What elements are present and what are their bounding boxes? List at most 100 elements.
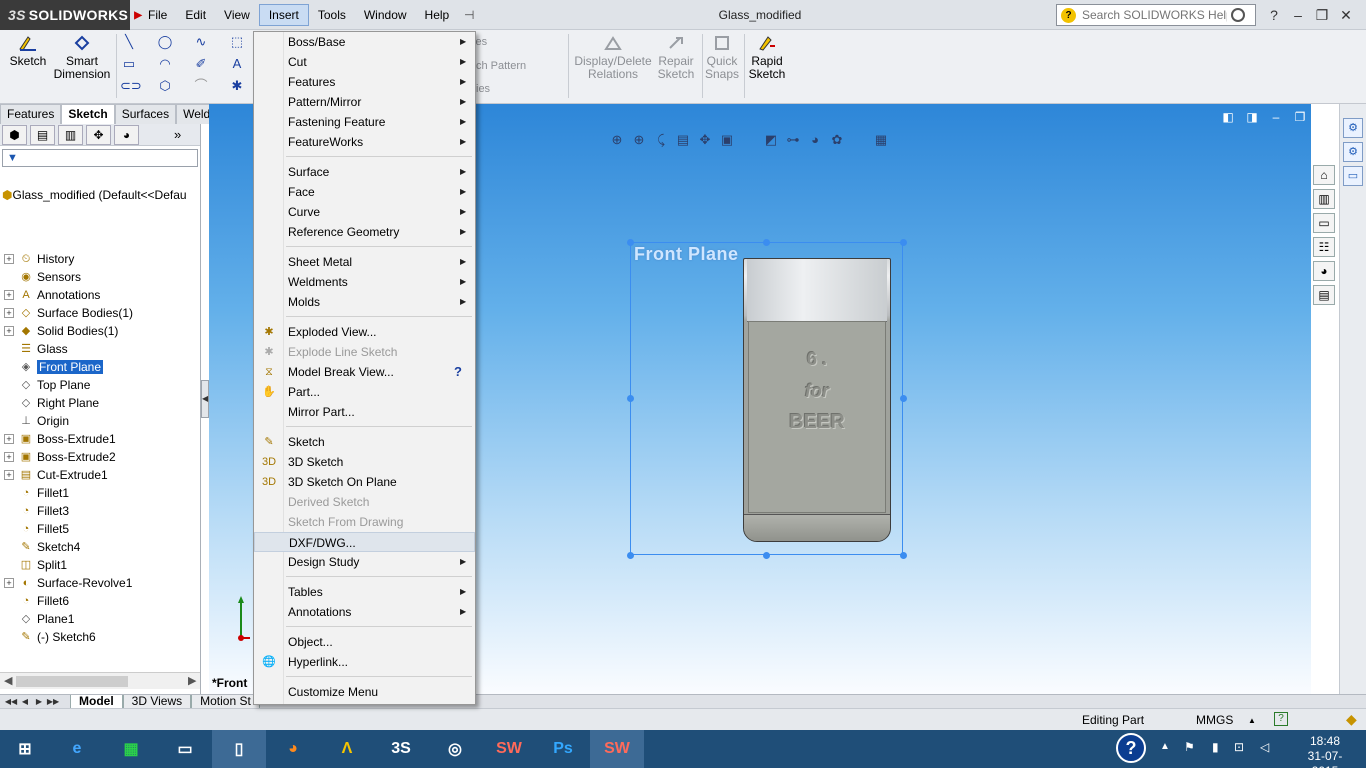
help-status-icon[interactable]: ?: [1274, 712, 1288, 726]
autodesk-icon[interactable]: Λ: [320, 730, 374, 768]
view-orientation-icon[interactable]: ▣: [716, 132, 738, 150]
flag-icon[interactable]: ⚑: [1184, 740, 1195, 754]
menu-item-cut[interactable]: Cut ▶: [254, 52, 475, 72]
viewport-close-icon[interactable]: ✕: [1312, 110, 1336, 124]
next-tab-icon[interactable]: ▶: [32, 695, 46, 708]
file-explorer-icon[interactable]: ▭: [1313, 213, 1335, 233]
store-icon[interactable]: ▦: [104, 730, 158, 768]
plane-handle[interactable]: [900, 239, 907, 246]
last-tab-icon[interactable]: ▶▶: [46, 695, 60, 708]
solidworks-2015-a-icon[interactable]: SW: [482, 730, 536, 768]
tree-item[interactable]: ◔ Fillet6: [0, 592, 199, 610]
photoshop-icon[interactable]: Ps: [536, 730, 590, 768]
line-icon[interactable]: ╲: [120, 34, 138, 50]
tab-sketch[interactable]: Sketch: [61, 104, 115, 124]
plane-handle[interactable]: [627, 395, 634, 402]
tree-root[interactable]: ⬢ Glass_modified (Default<<Defau: [0, 186, 199, 204]
custom-properties-icon[interactable]: ▤: [1313, 285, 1335, 305]
blank-document-icon[interactable]: ▯: [212, 730, 266, 768]
search-icon[interactable]: [1231, 8, 1245, 22]
rectangle-icon[interactable]: ▭: [120, 56, 138, 72]
tree-item[interactable]: + ▣ Boss-Extrude1: [0, 430, 199, 448]
forum-icon[interactable]: ▭: [1343, 166, 1363, 186]
section-view-icon[interactable]: ▤: [672, 132, 694, 150]
tree-item[interactable]: ◈ Front Plane: [0, 358, 199, 376]
network-icon[interactable]: ⊡: [1234, 740, 1244, 754]
menu-item-molds[interactable]: Molds ▶: [254, 292, 475, 312]
tree-item[interactable]: ◔ Fillet5: [0, 520, 199, 538]
panel-collapse-handle[interactable]: ◀: [201, 380, 209, 418]
menu-item-tables[interactable]: Tables ▶: [254, 582, 475, 602]
menu-edit[interactable]: Edit: [176, 4, 215, 26]
battery-icon[interactable]: ▮: [1212, 740, 1219, 754]
plane-handle[interactable]: [627, 239, 634, 246]
glass-model[interactable]: 6 . for BEER: [743, 258, 891, 542]
menu-insert[interactable]: Insert: [258, 4, 309, 26]
solidworks-2015-b-icon[interactable]: SW: [590, 730, 644, 768]
tile-right-icon[interactable]: ◨: [1240, 110, 1264, 124]
menu-item-face[interactable]: Face ▶: [254, 182, 475, 202]
hide-show-icon[interactable]: ⊶: [782, 132, 804, 150]
repair-sketch-button[interactable]: Repair Sketch: [656, 34, 696, 81]
menu-item-pattern-mirror[interactable]: Pattern/Mirror ▶: [254, 92, 475, 112]
scroll-right-icon[interactable]: ▶: [188, 674, 196, 687]
menu-item-featureworks[interactable]: FeatureWorks ▶: [254, 132, 475, 152]
circle-icon[interactable]: ◯: [156, 34, 174, 50]
menu-item-surface[interactable]: Surface ▶: [254, 162, 475, 182]
start-button-icon[interactable]: ⊞: [0, 730, 50, 768]
menu-item-sketch[interactable]: ✎ Sketch: [254, 432, 475, 452]
scroll-thumb[interactable]: [16, 676, 128, 687]
display-style-icon[interactable]: ◩: [760, 132, 782, 150]
display-delete-relations-button[interactable]: Display/Delete Relations: [574, 34, 652, 81]
previous-view-icon[interactable]: ⤹: [650, 132, 672, 150]
menu-item-3d-sketch[interactable]: 3D 3D Sketch: [254, 452, 475, 472]
bottom-tab-motion-st[interactable]: Motion St: [191, 695, 260, 709]
pin-menu-icon[interactable]: ⊣: [458, 4, 480, 26]
help-tray-icon[interactable]: ?: [1116, 733, 1146, 763]
plane-handle[interactable]: [763, 552, 770, 559]
menu-item-reference-geometry[interactable]: Reference Geometry ▶: [254, 222, 475, 242]
trim-icon[interactable]: ✐: [192, 56, 210, 72]
edit-appearance-icon[interactable]: ◕: [804, 132, 826, 150]
sketch-button[interactable]: Sketch: [8, 34, 48, 68]
home-icon[interactable]: ⌂: [1313, 165, 1335, 185]
restore-icon[interactable]: ❐: [1310, 7, 1334, 24]
menu-item-mirror-part[interactable]: Mirror Part...: [254, 402, 475, 422]
viewport-restore-icon[interactable]: ❐: [1288, 110, 1312, 124]
menu-item-hyperlink[interactable]: 🌐 Hyperlink...: [254, 652, 475, 672]
tree-item[interactable]: ◇ Top Plane: [0, 376, 199, 394]
menu-item-weldments[interactable]: Weldments ▶: [254, 272, 475, 292]
expand-icon[interactable]: +: [4, 434, 14, 444]
text-icon[interactable]: A: [228, 56, 246, 72]
property-manager-tab-icon[interactable]: ▤: [30, 124, 55, 145]
solidworks-resources-icon[interactable]: ⚙: [1343, 118, 1363, 138]
tree-filter[interactable]: ▼: [2, 149, 198, 167]
units-arrow-icon[interactable]: ▲: [1248, 716, 1256, 725]
tree-item[interactable]: + ⏲ History: [0, 250, 199, 268]
plane-handle[interactable]: [900, 552, 907, 559]
zoom-to-fit-icon[interactable]: ⊕: [606, 132, 628, 150]
appearances-icon[interactable]: ◕: [1313, 261, 1335, 281]
feature-tree-tab-icon[interactable]: ⬢: [2, 124, 27, 145]
clock[interactable]: 18:48 31-07-2015: [1296, 734, 1354, 768]
menu-item-part[interactable]: ✋ Part...: [254, 382, 475, 402]
expand-icon[interactable]: +: [4, 326, 14, 336]
tree-item[interactable]: ✎ Sketch4: [0, 538, 199, 556]
internet-explorer-icon[interactable]: e: [50, 730, 104, 768]
quick-snaps-button[interactable]: Quick Snaps: [704, 34, 740, 81]
tree-item[interactable]: ◇ Plane1: [0, 610, 199, 628]
dimxpert-tab-icon[interactable]: ✥: [86, 124, 111, 145]
tree-item[interactable]: ◔ Fillet1: [0, 484, 199, 502]
tree-item[interactable]: + ◐ Surface-Revolve1: [0, 574, 199, 592]
menu-item-dxf-dwg[interactable]: DXF/DWG...: [254, 532, 475, 552]
viewport-minimize-icon[interactable]: –: [1264, 110, 1288, 124]
expand-icon[interactable]: +: [4, 290, 14, 300]
menu-item-sheet-metal[interactable]: Sheet Metal ▶: [254, 252, 475, 272]
tree-item[interactable]: ⊥ Origin: [0, 412, 199, 430]
apply-scene-icon[interactable]: ✿: [826, 132, 848, 150]
smart-dimension-button[interactable]: Smart Dimension: [52, 34, 112, 81]
minimize-icon[interactable]: –: [1286, 7, 1310, 23]
tree-item[interactable]: ◉ Sensors: [0, 268, 199, 286]
tree-item[interactable]: ◫ Split1: [0, 556, 199, 574]
tree-horizontal-scrollbar[interactable]: ◀ ▶: [0, 672, 200, 689]
